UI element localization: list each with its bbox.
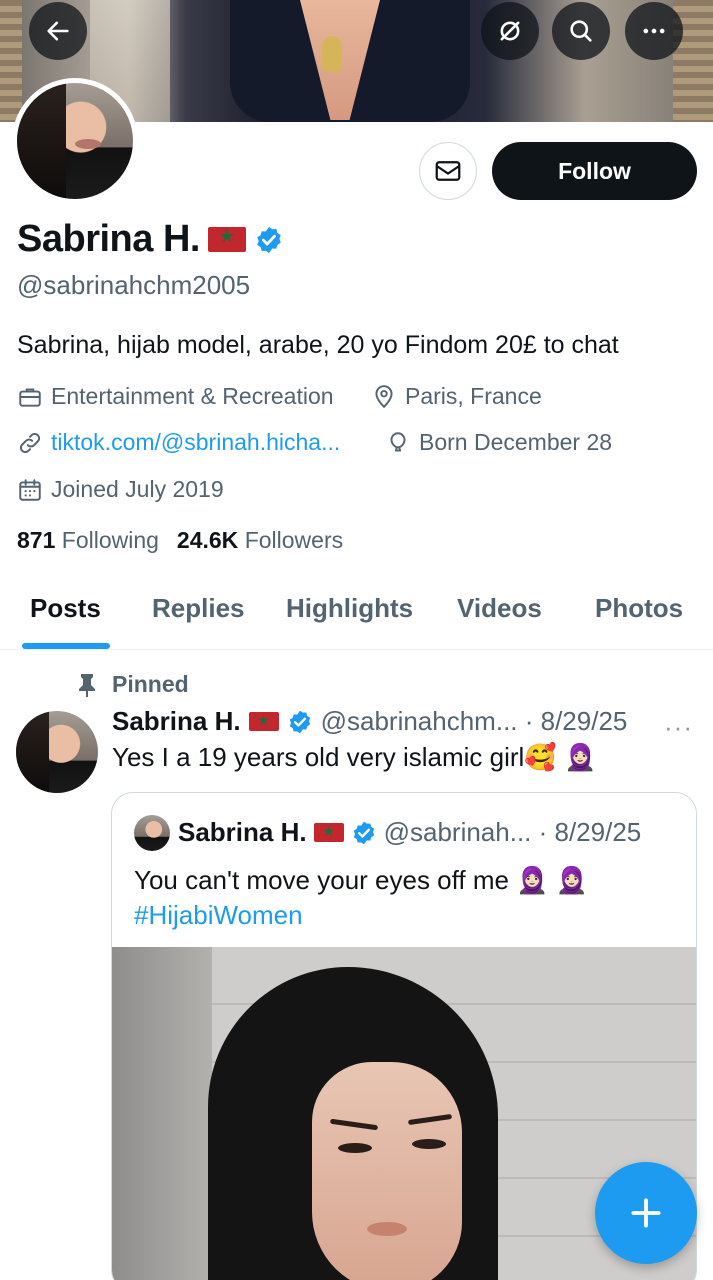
avatar-lips [75,138,101,149]
morocco-flag-icon [207,226,246,252]
quote-author-avatar [134,815,170,851]
verified-badge-icon[interactable] [254,225,284,255]
grok-button[interactable] [481,2,539,60]
more-options-button[interactable] [625,2,683,60]
verified-badge-icon [353,821,374,844]
compose-post-button[interactable] [595,1162,697,1264]
hijab-woman-emoji: 🧕🏻 [516,865,549,895]
hijab-woman-emoji: 🧕🏻 [563,742,597,772]
follow-button[interactable]: Follow [492,142,697,200]
photo-wall [112,947,212,1280]
quote-handle-date: @sabrinah... · 8/29/25 [383,817,642,847]
avatar-image [17,83,133,199]
calendar-icon [19,478,41,501]
balloon-icon [390,431,406,452]
photo-eye-left [338,1143,372,1153]
active-tab-indicator [22,643,110,649]
verified-badge-icon [289,710,310,733]
envelope-icon [435,161,461,181]
back-button[interactable] [29,2,87,60]
following-link[interactable]: 871 Following [17,527,159,554]
follow-counts: 871 Following 24.6K Followers [17,527,343,554]
profile-website[interactable]: tiktok.com/@sbrinah.hicha... [17,429,340,456]
briefcase-icon [19,387,41,407]
pin-icon [79,673,95,697]
following-label: Following [61,527,159,553]
post-author-avatar[interactable] [16,711,98,793]
post-header: Sabrina H. @sabrinahchm... · 8/29/25 [112,706,627,737]
slash-circle-icon [500,21,520,41]
post-handle-date: @sabrinahchm... · 8/29/25 [320,706,628,736]
more-horizontal-icon [643,28,665,34]
photo-face [312,1062,462,1280]
profile-tabs: Posts Replies Highlights Videos Photos [0,575,713,650]
profile-name: Sabrina H. [17,218,200,260]
profile-avatar[interactable] [12,78,138,204]
tab-posts[interactable]: Posts [30,593,101,624]
profile-location: Paris, France [371,383,542,410]
tab-photos[interactable]: Photos [595,593,683,624]
profile-name-row: Sabrina H. [17,218,284,261]
search-icon [570,20,592,42]
pinned-indicator: Pinned [76,671,189,698]
quote-author-name: Sabrina H. [178,817,307,847]
followers-label: Followers [244,527,344,553]
smiling-hearts-emoji: 🥰 [524,742,557,772]
photo-lips [367,1222,407,1236]
tab-replies[interactable]: Replies [152,593,245,624]
birthday-text: Born December 28 [419,429,613,455]
tab-videos[interactable]: Videos [457,593,542,624]
hashtag-link[interactable]: #HijabiWomen [134,898,588,933]
message-button[interactable] [419,142,477,200]
link-icon [19,432,41,453]
post-avatar-hair [16,711,49,793]
website-link[interactable]: tiktok.com/@sbrinah.hicha... [51,429,340,456]
banner-pendant [322,36,342,72]
category-text: Entertainment & Recreation [51,383,334,409]
search-button[interactable] [552,2,610,60]
post-author-name[interactable]: Sabrina H. [112,706,241,737]
location-pin-icon [375,384,393,408]
joined-text: Joined July 2019 [51,476,224,502]
arrow-left-icon [47,21,69,41]
following-count: 871 [17,527,56,553]
profile-bio: Sabrina, hijab model, arabe, 20 yo Findo… [17,331,619,359]
tab-highlights[interactable]: Highlights [286,593,413,624]
avatar-hair [17,83,66,199]
post-text: Yes I a 19 years old very islamic girl🥰 … [112,742,596,773]
profile-category: Entertainment & Recreation [17,383,334,410]
quote-text: You can't move your eyes off me 🧕🏻 🧕🏻 #H… [134,863,588,933]
plus-icon [631,1198,661,1228]
morocco-flag-icon [313,823,344,842]
profile-handle: @sabrinahchm2005 [17,270,251,300]
hijab-woman-emoji: 🧕🏻 [555,865,589,895]
profile-joined: Joined July 2019 [17,476,224,503]
post-more-button[interactable]: ··· [664,712,693,743]
morocco-flag-icon [248,712,279,731]
post-body: Yes I a 19 years old very islamic girl [112,742,525,772]
quote-body: You can't move your eyes off me [134,865,509,895]
profile-birthday: Born December 28 [385,429,612,456]
quote-header: Sabrina H. @sabrinah... · 8/29/25 [178,817,641,848]
followers-link[interactable]: 24.6K Followers [177,527,343,554]
followers-count: 24.6K [176,527,239,553]
pinned-label: Pinned [112,671,189,697]
photo-eye-right [412,1139,446,1149]
location-text: Paris, France [405,383,542,409]
